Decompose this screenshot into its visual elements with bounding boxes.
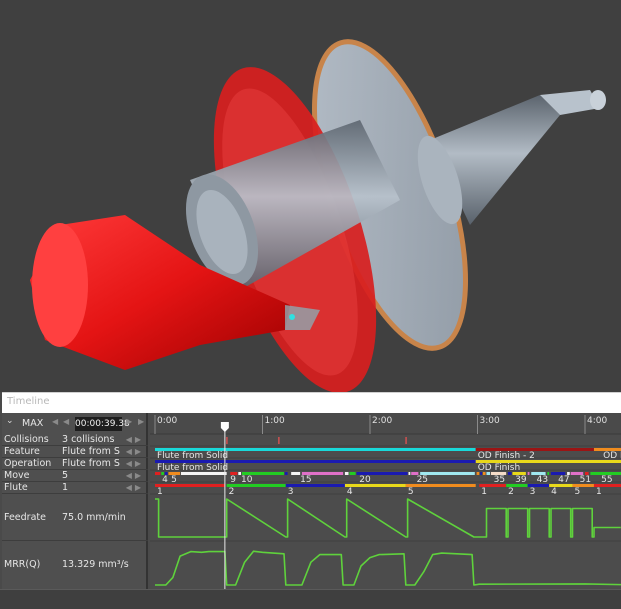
- move-bar: [291, 472, 301, 475]
- flute-label: 4: [347, 487, 353, 497]
- flute-label: 2: [508, 487, 514, 497]
- prev-next-arrows[interactable]: ◀▶: [126, 483, 144, 492]
- current-time-field[interactable]: 00:00:39.38: [75, 417, 130, 431]
- track-value: 5: [62, 470, 69, 481]
- operation-label: Flute from Solid: [157, 463, 228, 473]
- move-label: 20: [359, 475, 371, 485]
- prev-next-arrows[interactable]: ◀▶: [126, 447, 144, 456]
- ruler-tick-label: 4:00: [587, 416, 607, 426]
- feature-label: OD Finish - 2: [478, 451, 535, 461]
- move-bar: [476, 472, 480, 475]
- move-label: 9: [230, 475, 236, 485]
- flute-label: 5: [408, 487, 414, 497]
- track-label: Feedrate: [4, 512, 46, 523]
- panel-header: Timeline: [2, 392, 621, 413]
- move-label: 4: [162, 475, 168, 485]
- flute-label: 5: [574, 487, 580, 497]
- flute-bar: [344, 484, 406, 487]
- 3d-viewport[interactable]: [0, 0, 621, 392]
- track-value: 75.0 mm/min: [62, 512, 126, 523]
- prev-next-arrows[interactable]: ◀▶: [126, 471, 144, 480]
- flute-label: 1: [481, 487, 487, 497]
- track-value: 1: [62, 482, 69, 493]
- track-label: Collisions: [4, 434, 49, 445]
- track-value: 13.329 mm³/s: [62, 559, 129, 570]
- play-back-icon[interactable]: ◀: [63, 417, 69, 426]
- track-feedrate: Feedrate 75.0 mm/min: [2, 494, 148, 541]
- move-label: 51: [580, 475, 591, 485]
- chevron-down-icon[interactable]: ⌄: [6, 416, 14, 426]
- flute-label: 1: [596, 487, 602, 497]
- flute-bar: [155, 484, 225, 487]
- operation-label: OD Finish: [478, 463, 521, 473]
- track-label: MRR(Q): [4, 559, 41, 570]
- move-label: 25: [417, 475, 428, 485]
- toolholder-scene: [30, 39, 606, 392]
- flute-bar: [226, 484, 286, 487]
- move-label: 10: [241, 475, 253, 485]
- flute-bar: [405, 484, 476, 487]
- move-bar: [155, 472, 161, 475]
- collision-marker: [278, 437, 280, 444]
- track-flute: Flute 1 ◀▶: [2, 482, 148, 494]
- timeline-panel: Timeline ⌄ MAX ◀ ◀ 00:00:39.38 ▶ ▶ Colli…: [0, 392, 621, 609]
- track-move: Move 5 ◀▶: [2, 470, 148, 482]
- prev-next-arrows[interactable]: ◀▶: [126, 435, 144, 444]
- playback-controls: ⌄ MAX ◀ ◀ 00:00:39.38 ▶ ▶: [2, 413, 148, 434]
- move-bar: [527, 472, 530, 475]
- flute-label: 2: [229, 487, 235, 497]
- move-label: 15: [300, 475, 311, 485]
- track-label: Feature: [4, 446, 40, 457]
- flute-label: 3: [530, 487, 536, 497]
- flute-bar: [285, 484, 345, 487]
- track-operation: Operation Flute from Sol ◀▶: [2, 458, 148, 470]
- move-label: 5: [171, 475, 177, 485]
- move-bar: [180, 472, 227, 475]
- flute-label: 1: [157, 487, 163, 497]
- flute-label: 4: [551, 487, 557, 497]
- collision-marker: [226, 437, 228, 444]
- timeline-scrollbar[interactable]: [0, 589, 621, 609]
- move-bar: [408, 472, 411, 475]
- move-label: 35: [494, 475, 505, 485]
- move-bar: [420, 472, 475, 475]
- track-label: Move: [4, 470, 30, 481]
- move-label: 39: [515, 475, 527, 485]
- move-label: 55: [601, 475, 612, 485]
- track-collisions: Collisions 3 collisions ◀▶: [2, 434, 148, 446]
- track-value: 3 collisions: [62, 434, 115, 445]
- flute-label: 3: [288, 487, 294, 497]
- step-forward-icon[interactable]: ▶: [138, 417, 144, 426]
- feature-label: OD F: [603, 451, 621, 461]
- ruler-tick-label: 3:00: [480, 416, 500, 426]
- move-bar: [284, 472, 288, 475]
- ruler-tick-label: 0:00: [157, 416, 177, 426]
- move-bar: [482, 472, 486, 475]
- move-label: 43: [537, 475, 548, 485]
- move-label: 47: [558, 475, 569, 485]
- collision-marker: [405, 437, 407, 444]
- move-bar: [486, 472, 491, 475]
- track-feature: Feature Flute from Sol ◀▶: [2, 446, 148, 458]
- ruler-tick-label: 1:00: [265, 416, 285, 426]
- track-label: Flute: [4, 482, 28, 493]
- feature-label: Flute from Solid: [157, 451, 228, 461]
- track-mrr: MRR(Q) 13.329 mm³/s: [2, 541, 148, 589]
- move-bar: [507, 472, 512, 475]
- panel-title: Timeline: [7, 396, 50, 407]
- track-value: Flute from Sol: [62, 446, 120, 457]
- track-label: Operation: [4, 458, 52, 469]
- move-bar: [349, 472, 356, 475]
- track-value: Flute from Sol: [62, 458, 120, 469]
- move-bar: [344, 472, 349, 475]
- mode-label[interactable]: MAX: [22, 418, 43, 429]
- move-bar: [480, 472, 482, 475]
- timeline-tracks[interactable]: 0:00 1:00 2:00 3:00 4:00 Flute from Solid OD F…: [150, 413, 621, 589]
- prev-next-arrows[interactable]: ◀▶: [126, 459, 144, 468]
- play-forward-icon[interactable]: ▶: [126, 417, 132, 426]
- ruler-tick-label: 2:00: [372, 416, 392, 426]
- step-back-icon[interactable]: ◀: [52, 417, 58, 426]
- timeline-track-labels: ⌄ MAX ◀ ◀ 00:00:39.38 ▶ ▶ Collisions 3 c…: [2, 413, 148, 589]
- timeline-canvas[interactable]: 0:00 1:00 2:00 3:00 4:00 Flute from Solid OD F…: [150, 413, 621, 589]
